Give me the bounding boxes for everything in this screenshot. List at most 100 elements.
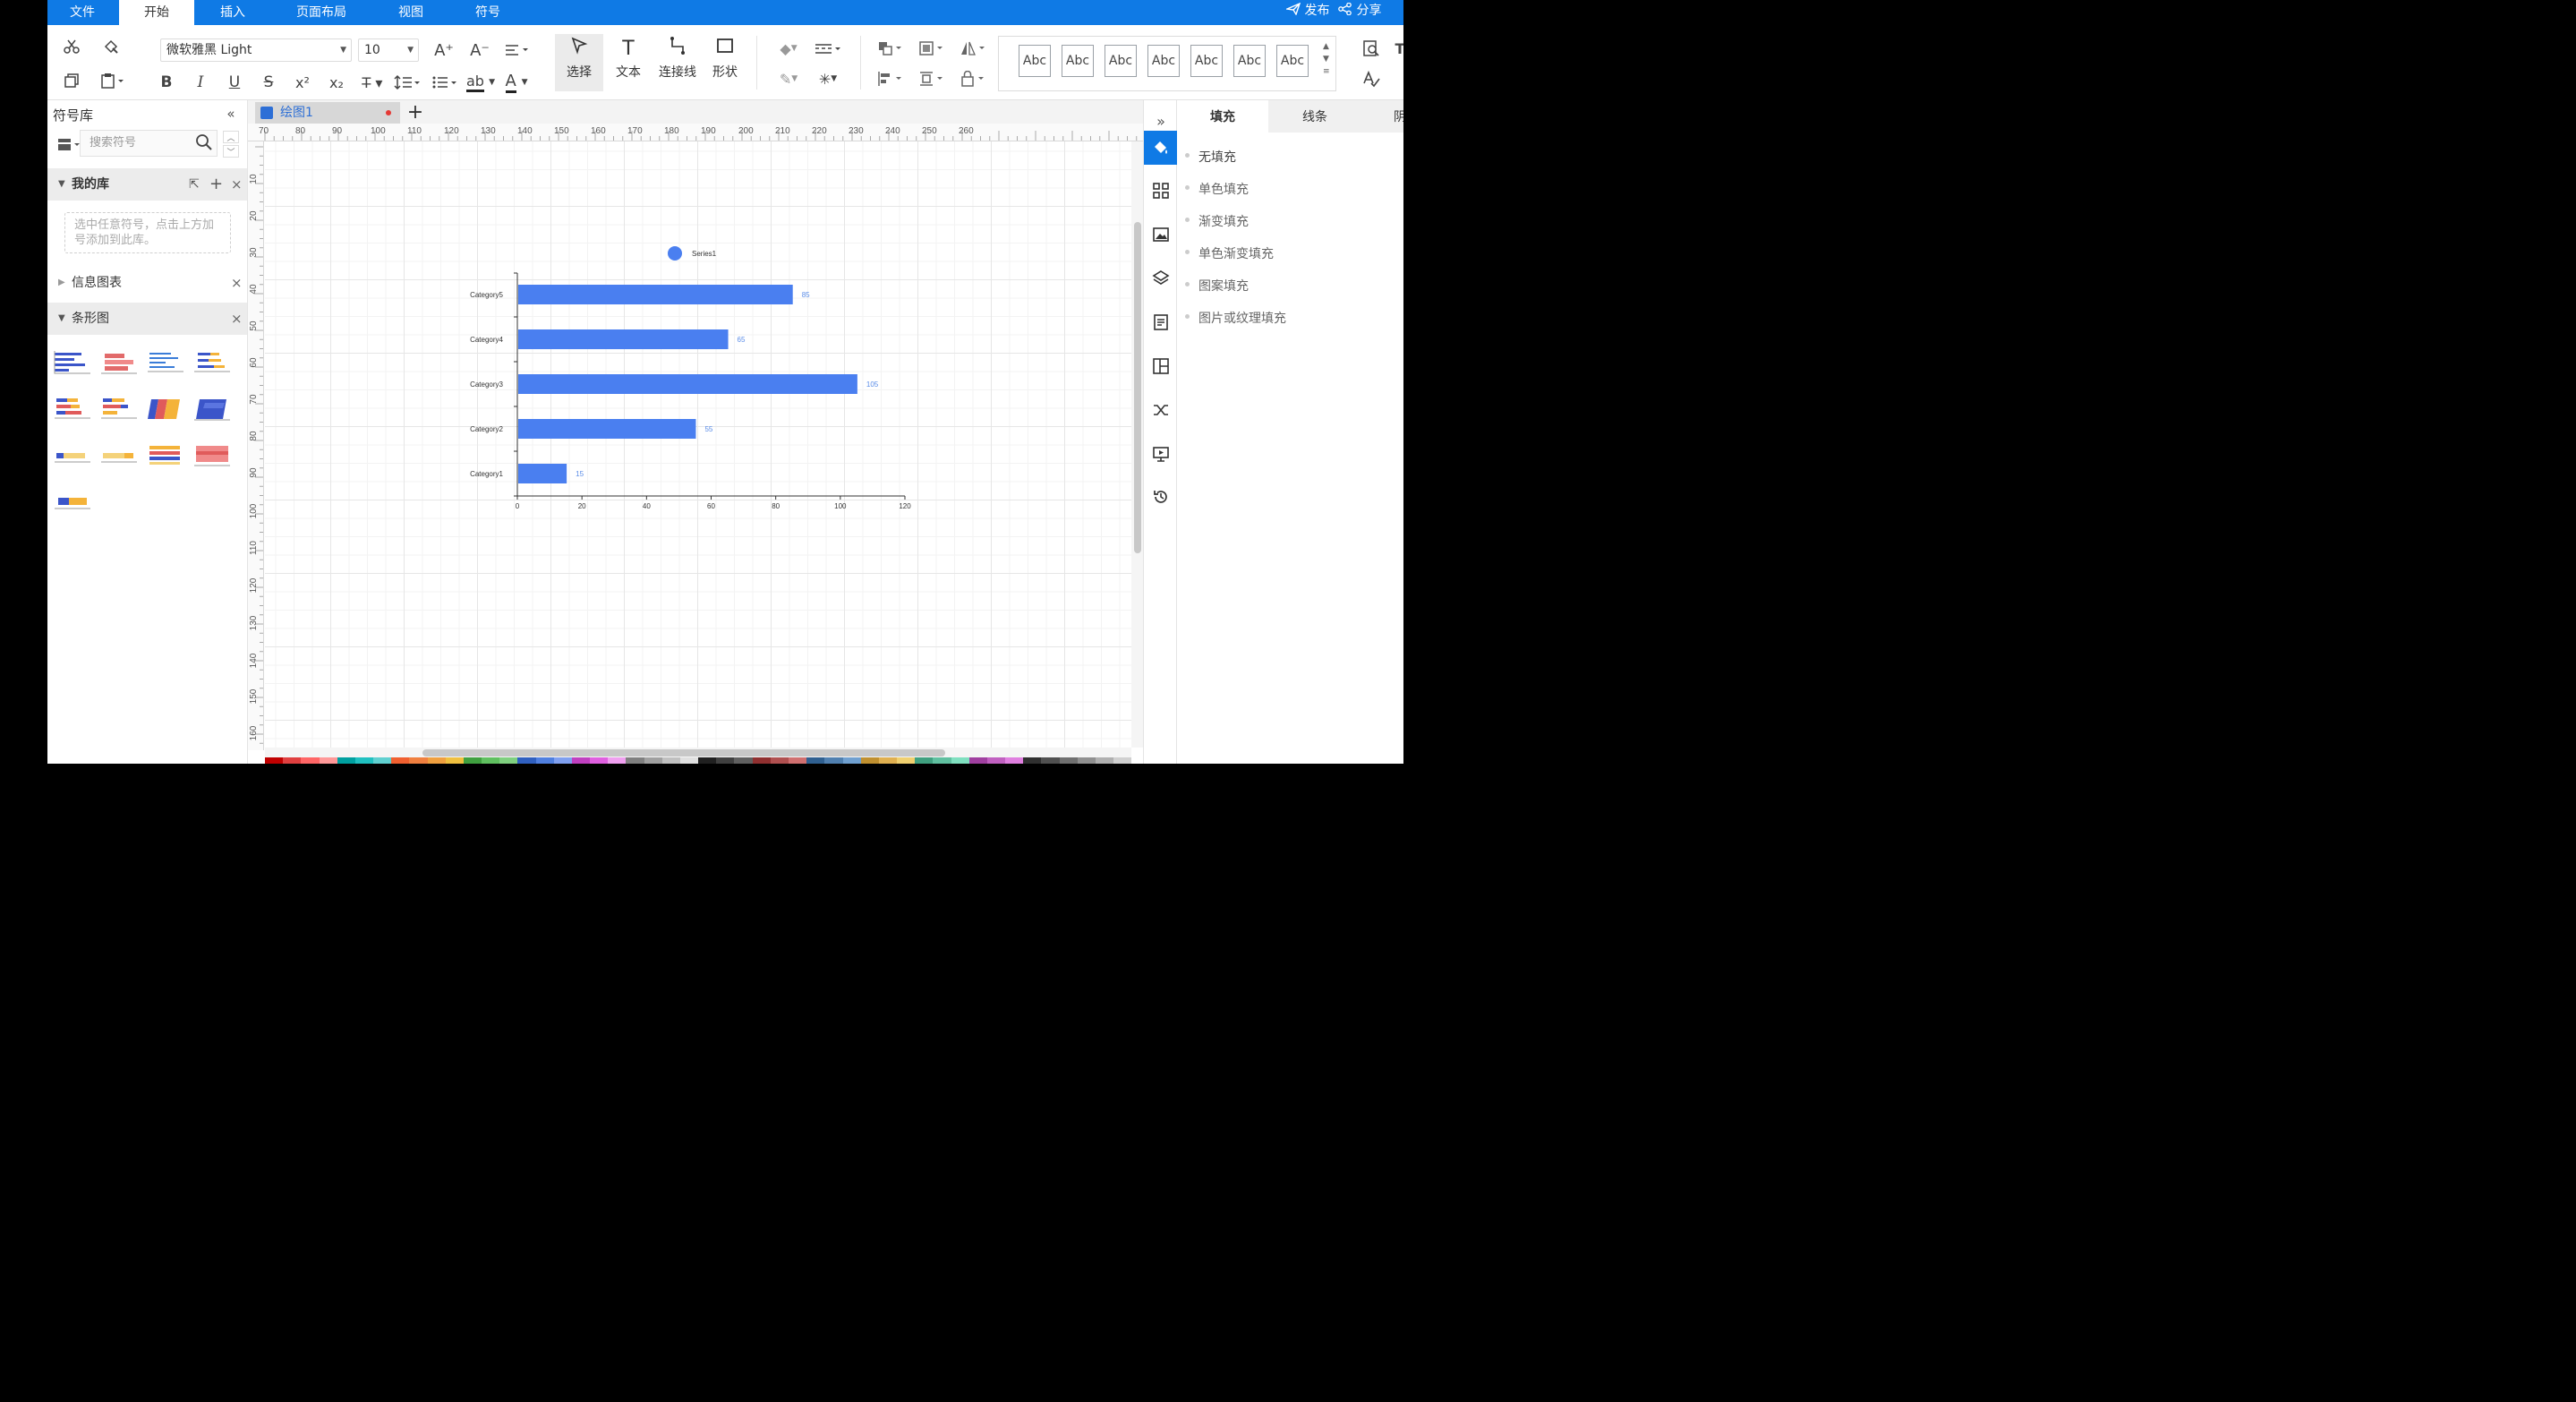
palette-swatch[interactable] <box>373 757 392 764</box>
import-icon[interactable]: ⇱ <box>189 168 200 201</box>
bar-chart-symbol-6[interactable] <box>99 396 139 423</box>
bullet-list-icon[interactable] <box>429 72 461 93</box>
palette-swatch[interactable] <box>679 757 699 764</box>
document-tab[interactable]: 绘图1 <box>255 102 400 124</box>
palette-swatch[interactable] <box>319 757 337 764</box>
group-icon[interactable] <box>916 38 948 59</box>
strikethrough-icon[interactable]: S <box>257 72 280 93</box>
gallery-scroll[interactable]: ▲ ▼ ≡ <box>1323 40 1330 78</box>
palette-swatch[interactable] <box>770 757 789 764</box>
palette-swatch[interactable] <box>1023 757 1042 764</box>
palette-swatch[interactable] <box>842 757 861 764</box>
bar-chart-symbol-7[interactable] <box>146 396 185 423</box>
bar-chart-symbol-2[interactable] <box>99 349 139 376</box>
search-up-icon[interactable]: ︿ <box>223 131 239 143</box>
palette-swatch[interactable] <box>933 757 951 764</box>
presentation-icon[interactable] <box>1144 437 1178 471</box>
collapse-panel-icon[interactable]: « <box>221 105 241 123</box>
fill-option-single-gradient[interactable]: 单色渐变填充 <box>1185 244 1274 262</box>
text-highlight-icon[interactable]: ab ▼ <box>465 70 497 95</box>
bar-chart-symbol-1[interactable] <box>53 349 92 376</box>
palette-swatch[interactable] <box>553 757 572 764</box>
copy-icon[interactable] <box>60 70 83 91</box>
fill-color-icon[interactable]: ◆ ▼ <box>774 38 803 59</box>
fill-option-gradient[interactable]: 渐变填充 <box>1185 212 1249 230</box>
palette-swatch[interactable] <box>427 757 446 764</box>
palette-swatch[interactable] <box>806 757 825 764</box>
library-manage-icon[interactable] <box>56 134 81 154</box>
close-icon[interactable]: × <box>231 267 243 299</box>
menu-tab-page-layout[interactable]: 页面布局 <box>277 0 366 25</box>
font-size-select[interactable]: 10 ▼ <box>358 38 419 62</box>
line-spacing-icon[interactable] <box>391 72 423 93</box>
bar-chart-section[interactable]: ▼ 条形图 × <box>47 303 247 335</box>
palette-swatch[interactable] <box>644 757 662 764</box>
shape-tool-button[interactable]: 形状 <box>701 34 749 91</box>
palette-swatch[interactable] <box>482 757 500 764</box>
bar-chart-symbol-11[interactable] <box>146 442 185 469</box>
palette-swatch[interactable] <box>824 757 843 764</box>
tab-shadow[interactable]: 阴 <box>1386 100 1403 133</box>
menu-tab-file[interactable]: 文件 <box>47 0 117 25</box>
publish-button[interactable]: 发布 <box>1284 0 1329 25</box>
close-icon[interactable]: × <box>231 168 243 201</box>
palette-swatch[interactable] <box>517 757 536 764</box>
italic-icon[interactable]: I <box>189 72 212 93</box>
fill-option-pattern[interactable]: 图案填充 <box>1185 277 1249 295</box>
palette-swatch[interactable] <box>608 757 627 764</box>
line-color-icon[interactable]: ✎ ▼ <box>774 68 803 90</box>
quick-style-6[interactable]: Abc <box>1233 45 1266 77</box>
palette-swatch[interactable] <box>915 757 934 764</box>
menu-tab-view[interactable]: 视图 <box>379 0 443 25</box>
history-icon[interactable] <box>1144 480 1178 514</box>
cut-icon[interactable] <box>60 36 83 57</box>
palette-swatch[interactable] <box>788 757 807 764</box>
page-icon[interactable] <box>1144 305 1178 339</box>
palette-swatch[interactable] <box>1077 757 1096 764</box>
palette-swatch[interactable] <box>1041 757 1060 764</box>
color-palette[interactable] <box>265 757 1132 764</box>
spell-check-icon[interactable] <box>1360 68 1383 90</box>
palette-swatch[interactable] <box>734 757 753 764</box>
format-painter-icon[interactable] <box>99 36 123 57</box>
shuffle-icon[interactable] <box>1144 393 1178 427</box>
palette-swatch[interactable] <box>626 757 644 764</box>
palette-swatch[interactable] <box>463 757 482 764</box>
palette-swatch[interactable] <box>986 757 1006 764</box>
bar-chart-symbol-12[interactable] <box>192 442 232 469</box>
palette-swatch[interactable] <box>878 757 898 764</box>
distribute-icon[interactable] <box>916 68 948 90</box>
symbol-search-input[interactable]: 搜索符号 <box>80 130 218 157</box>
quick-style-5[interactable]: Abc <box>1190 45 1223 77</box>
search-down-icon[interactable]: ﹀ <box>223 145 239 158</box>
toolbar-overflow-icon[interactable]: T <box>1395 38 1403 59</box>
image-icon[interactable] <box>1144 218 1178 252</box>
palette-swatch[interactable] <box>897 757 916 764</box>
horizontal-scroll-thumb[interactable] <box>422 749 945 757</box>
font-increase-icon[interactable]: A⁺ <box>432 39 456 61</box>
subscript-icon[interactable]: x₂ <box>325 72 348 93</box>
palette-swatch[interactable] <box>860 757 879 764</box>
my-library-section[interactable]: ▼ 我的库 ⇱ + × <box>47 168 247 201</box>
palette-swatch[interactable] <box>968 757 987 764</box>
quick-style-2[interactable]: Abc <box>1062 45 1094 77</box>
superscript-icon[interactable]: x² <box>291 72 314 93</box>
horizontal-scrollbar[interactable] <box>265 748 1131 757</box>
palette-swatch[interactable] <box>265 757 284 764</box>
close-icon[interactable]: × <box>231 303 243 335</box>
bar-chart-symbol-4[interactable] <box>192 349 232 376</box>
fill-option-solid[interactable]: 单色填充 <box>1185 180 1249 198</box>
select-tool-button[interactable]: 选择 <box>555 34 603 91</box>
palette-swatch[interactable] <box>571 757 591 764</box>
palette-swatch[interactable] <box>283 757 302 764</box>
quick-style-1[interactable]: Abc <box>1019 45 1051 77</box>
align-objects-icon[interactable] <box>874 68 907 90</box>
palette-swatch[interactable] <box>951 757 969 764</box>
palette-swatch[interactable] <box>1095 757 1114 764</box>
palette-swatch[interactable] <box>445 757 464 764</box>
palette-swatch[interactable] <box>1113 757 1132 764</box>
search-icon[interactable] <box>195 133 213 161</box>
add-tab-icon[interactable]: + <box>405 101 425 124</box>
palette-swatch[interactable] <box>698 757 717 764</box>
fill-option-picture[interactable]: 图片或纹理填充 <box>1185 309 1286 327</box>
